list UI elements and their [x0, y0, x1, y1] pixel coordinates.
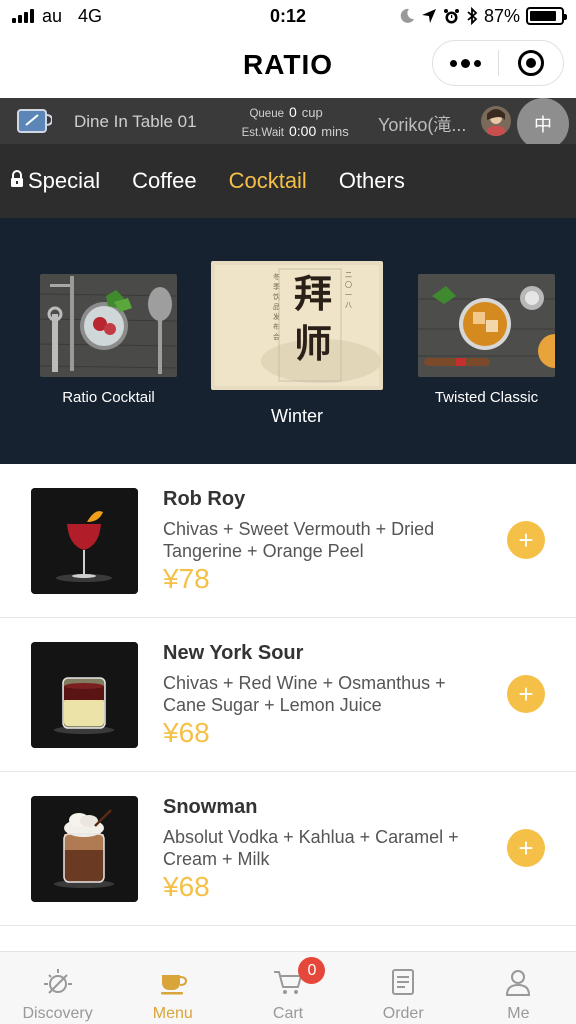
add-to-cart-button[interactable]: + — [507, 675, 545, 713]
product-description: Chivas + Sweet Vermouth + Dried Tangerin… — [163, 519, 435, 561]
queue-label: Queue — [249, 108, 284, 120]
nav-menu[interactable]: Menu — [115, 952, 230, 1024]
ratio-cocktail-label: Ratio Cocktail — [62, 389, 155, 406]
collection-carousel: Ratio Cocktail 冬季饮品发布会 二〇一八 拜师 Winter Tw… — [0, 218, 576, 464]
tab-special[interactable]: Special — [10, 168, 100, 194]
battery-percent: 87% — [483, 5, 520, 26]
tab-special-label: Special — [28, 168, 101, 193]
tab-others[interactable]: Others — [339, 168, 405, 194]
twisted-classic-image — [418, 274, 555, 377]
nav-order[interactable]: Order — [346, 952, 461, 1024]
product-price: ¥68 — [163, 717, 210, 748]
nav-me-label: Me — [507, 1005, 530, 1022]
nav-menu-label: Menu — [152, 1005, 193, 1022]
queue-unit: cup — [301, 105, 323, 120]
wait-unit: mins — [321, 124, 349, 139]
lock-icon — [11, 170, 23, 187]
network-label: 4G — [78, 5, 103, 26]
nav-cart[interactable]: Cart 0 — [230, 952, 345, 1024]
battery-icon — [526, 7, 567, 25]
table-label: Dine In Table 01 — [74, 112, 197, 131]
signal-icon — [12, 9, 34, 23]
rob-roy-image — [31, 488, 138, 594]
close-mini-program-button[interactable] — [499, 41, 564, 85]
carrier-label: au — [42, 5, 63, 26]
coffee-cup-icon — [17, 109, 52, 133]
svg-text:〇: 〇 — [345, 281, 352, 289]
queue-info: Queue 0 cup Est.Wait 0:00 mins — [236, 104, 349, 142]
bluetooth-icon — [467, 7, 478, 25]
collection-card-winter[interactable]: 冬季饮品发布会 二〇一八 拜师 Winter — [211, 261, 383, 431]
more-dots-icon — [449, 58, 481, 68]
queue-value: 0 — [289, 104, 297, 120]
nav-discovery-label: Discovery — [22, 1005, 93, 1022]
nav-me[interactable]: Me — [461, 952, 576, 1024]
order-icon — [392, 969, 415, 995]
new-york-sour-image — [31, 642, 138, 748]
tab-cocktail-label: Cocktail — [228, 168, 307, 193]
product-name: New York Sour — [163, 642, 304, 664]
clock: 0:12 — [269, 5, 307, 26]
cart-count-badge: 0 — [298, 957, 326, 984]
target-icon — [517, 50, 544, 76]
winter-label: Winter — [270, 406, 323, 426]
title-bar: RATIO — [0, 32, 576, 98]
nav-discovery[interactable]: Discovery — [0, 952, 115, 1024]
product-name: Snowman — [163, 796, 258, 818]
svg-text:二: 二 — [345, 271, 352, 279]
add-to-cart-button[interactable]: + — [507, 521, 545, 559]
product-name: Rob Roy — [163, 488, 246, 510]
svg-text:八: 八 — [345, 301, 352, 309]
nav-cart-label: Cart — [272, 1005, 304, 1022]
mini-program-capsule — [432, 40, 564, 86]
more-button[interactable] — [433, 41, 498, 85]
status-bar: au 4G 0:12 87% — [0, 0, 576, 32]
svg-text:一: 一 — [345, 291, 352, 299]
product-price: ¥78 — [163, 563, 210, 594]
cup-icon — [160, 975, 187, 995]
language-toggle-button[interactable]: 中 — [517, 98, 569, 150]
moon-icon — [400, 8, 414, 23]
collection-card-twisted-classic[interactable]: Twisted Classic — [418, 274, 555, 414]
bottom-navigation: Discovery Menu Cart 0 Order Me — [0, 951, 576, 1024]
collection-card-ratio-cocktail[interactable]: Ratio Cocktail — [40, 274, 177, 414]
discovery-icon — [43, 969, 72, 994]
tab-coffee-label: Coffee — [132, 168, 197, 193]
winter-art-text: 拜师 — [293, 271, 332, 366]
page-title: RATIO — [242, 49, 334, 80]
tab-coffee[interactable]: Coffee — [132, 168, 196, 194]
product-description: Chivas + Red Wine + Osmanthus + Cane Sug… — [163, 673, 446, 715]
category-tabs: Special Coffee Cocktail Others — [0, 144, 576, 218]
wait-value: 0:00 — [289, 123, 317, 139]
product-price: ¥68 — [163, 871, 210, 902]
product-item-snowman[interactable]: Snowman Absolut Vodka + Kahlua + Caramel… — [0, 772, 576, 926]
product-item-rob-roy[interactable]: Rob Roy Chivas + Sweet Vermouth + Dried … — [0, 464, 576, 618]
tab-others-label: Others — [338, 168, 405, 193]
person-icon — [506, 970, 531, 996]
tab-cocktail[interactable]: Cocktail — [229, 168, 307, 194]
product-item-new-york-sour[interactable]: New York Sour Chivas + Red Wine + Osmant… — [0, 618, 576, 772]
user-name: Yoriko(滝... — [378, 115, 467, 135]
snowman-image — [31, 796, 138, 902]
product-description: Absolut Vodka + Kahlua + Caramel + Cream… — [163, 827, 459, 869]
location-icon — [421, 9, 436, 23]
avatar[interactable] — [481, 106, 511, 136]
wait-label: Est.Wait — [241, 127, 284, 139]
twisted-classic-label: Twisted Classic — [434, 389, 539, 406]
ratio-cocktail-image — [40, 274, 177, 377]
nav-order-label: Order — [382, 1005, 424, 1022]
alarm-icon — [443, 8, 459, 23]
add-to-cart-button[interactable]: + — [507, 829, 545, 867]
